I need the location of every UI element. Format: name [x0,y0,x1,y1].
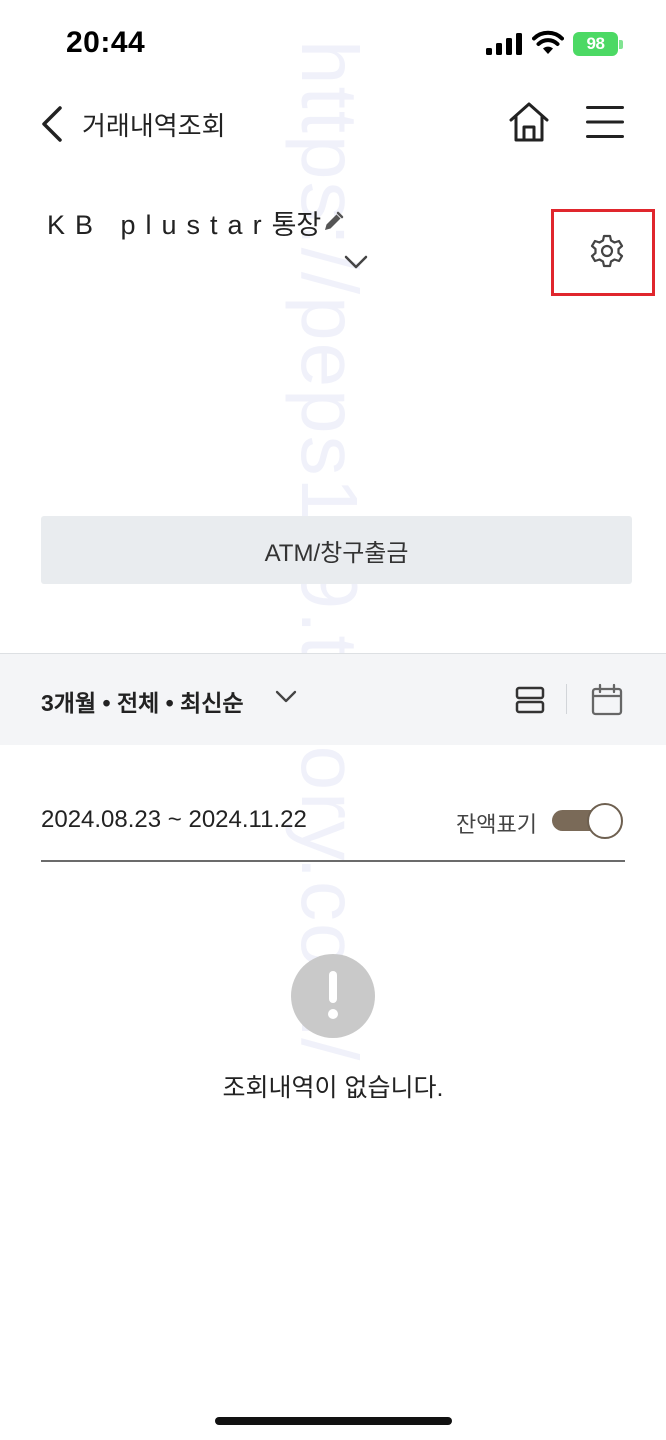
list-view-icon[interactable] [514,684,546,716]
calendar-icon[interactable] [590,683,624,717]
toggle-knob [587,803,623,839]
battery-icon: 98 [573,32,623,56]
exclamation-bar [329,971,337,1003]
signal-icon [486,33,522,55]
home-indicator[interactable] [215,1417,452,1425]
divider [41,860,625,862]
divider [566,684,567,714]
gear-icon[interactable] [590,234,624,268]
battery-level: 98 [586,34,605,53]
chevron-down-icon[interactable] [343,252,369,272]
chevron-down-icon[interactable] [275,688,297,706]
filter-summary[interactable]: 3개월 • 전체 • 최신순 [41,684,244,718]
balance-toggle[interactable] [552,803,625,839]
edit-pencil-icon[interactable] [322,211,344,233]
home-icon[interactable] [507,100,551,144]
header: 거래내역조회 [0,90,666,160]
status-time: 20:44 [66,26,146,59]
account-name-korean: 통장 [271,210,322,240]
wifi-icon [532,30,564,54]
back-arrow-icon[interactable] [36,104,68,144]
exclamation-dot [328,1009,338,1019]
screen: https://peps119.tistory.com/ 20:44 98 거래… [0,0,666,1440]
battery-body: 98 [573,32,618,56]
account-name[interactable]: KB plustar통장 [47,203,321,242]
account-name-latin: KB plustar [47,210,272,240]
battery-tip [619,40,623,49]
atm-withdrawal-button[interactable]: ATM/창구출금 [41,516,632,584]
status-bar: 20:44 98 [0,0,666,90]
exclamation-circle-icon [291,954,375,1038]
date-range: 2024.08.23 ~ 2024.11.22 [41,806,307,833]
balance-label: 잔액표기 [456,812,537,837]
menu-icon[interactable] [585,104,625,140]
filter-bar: 3개월 • 전체 • 최신순 [0,653,666,745]
empty-message: 조회내역이 없습니다. [222,1074,444,1102]
page-title: 거래내역조회 [82,111,226,141]
